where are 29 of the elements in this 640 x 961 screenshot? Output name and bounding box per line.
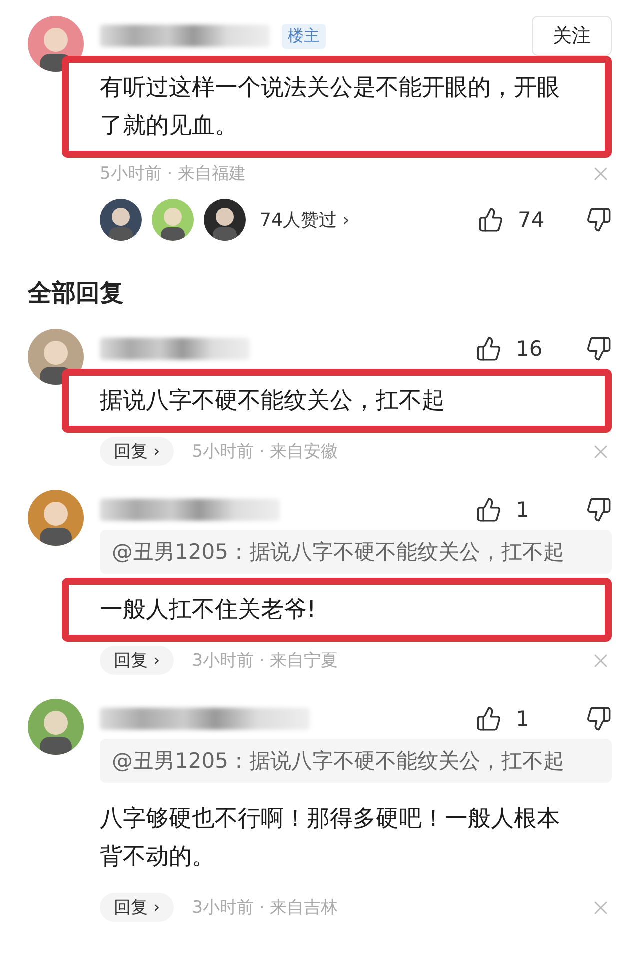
author-badge: 楼主	[282, 24, 326, 48]
reply-text: 一般人扛不住关老爷!	[100, 596, 318, 625]
quoted-comment: @丑男1205：据说八字不硬不能纹关公，扛不起	[100, 739, 612, 783]
thumbs-up-icon[interactable]	[476, 497, 502, 523]
comment-text: 有听过这样一个说法关公是不能开眼的，开眼了就的见血。	[100, 74, 561, 141]
comment-meta: 5小时前 · 来自安徽	[192, 441, 338, 463]
thumbs-down-icon[interactable]	[586, 207, 612, 233]
thumbs-down-icon[interactable]	[586, 497, 612, 523]
reply-button[interactable]: 回复 ›	[100, 893, 174, 922]
thumbs-up-icon[interactable]	[476, 706, 502, 732]
reply-text: 据说八字不硬不能纹关公，扛不起	[100, 387, 446, 416]
thumbs-up-icon[interactable]	[478, 207, 504, 233]
reply-button[interactable]: 回复 ›	[100, 646, 174, 675]
comment-meta: 3小时前 · 来自宁夏	[192, 650, 338, 672]
section-title: 全部回复	[28, 278, 125, 309]
likers-link[interactable]: 74人赞过 ›	[260, 208, 350, 232]
reply-button[interactable]: 回复 ›	[100, 437, 174, 466]
comment-meta: 5小时前 · 来自福建	[100, 163, 246, 185]
thumbs-down-icon[interactable]	[586, 706, 612, 732]
reply-text: 八字够硬也不行啊！那得多硬吧！一般人根本背不动的。	[100, 805, 561, 872]
quoted-comment: @丑男1205：据说八字不硬不能纹关公，扛不起	[100, 530, 612, 574]
thumbs-down-icon[interactable]	[586, 336, 612, 362]
like-count: 1	[516, 707, 530, 731]
comment-meta: 3小时前 · 来自吉林	[192, 897, 338, 919]
follow-button[interactable]: 关注	[532, 16, 612, 56]
like-count: 16	[516, 337, 544, 361]
like-count: 1	[516, 498, 530, 522]
thumbs-up-icon[interactable]	[476, 336, 502, 362]
like-count: 74	[518, 208, 546, 232]
